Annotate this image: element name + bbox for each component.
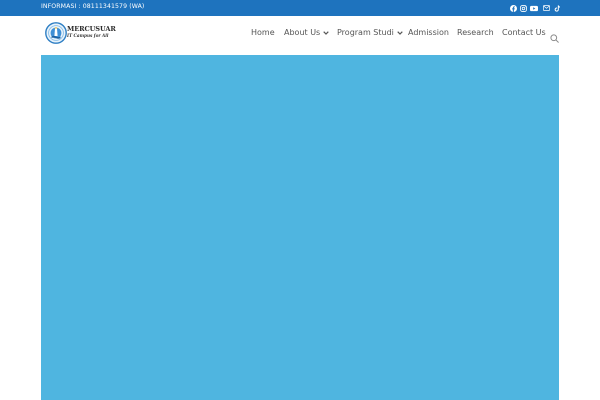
nav-about-us-label: About Us (284, 28, 321, 37)
nav-contact-us[interactable]: Contact Us (502, 28, 546, 37)
instagram-icon[interactable] (518, 3, 528, 13)
top-bar: INFORMASI : 08111341579 (WA) (0, 0, 600, 16)
hero-banner (41, 55, 559, 400)
search-button[interactable] (550, 28, 560, 43)
chevron-down-icon (323, 30, 329, 35)
youtube-icon[interactable] (529, 3, 539, 13)
search-icon (550, 34, 559, 43)
email-icon[interactable] (541, 3, 551, 13)
logo-tagline: IT Campus for All (67, 33, 109, 38)
nav-program-studi[interactable]: Program Studi (337, 28, 403, 37)
chevron-down-icon (397, 30, 403, 35)
nav-admission-label: Admission (408, 28, 449, 37)
nav-about-us[interactable]: About Us (284, 28, 329, 37)
nav-home[interactable]: Home (251, 28, 275, 37)
nav-program-studi-label: Program Studi (337, 28, 394, 37)
facebook-icon[interactable] (508, 3, 518, 13)
tiktok-icon[interactable] (552, 3, 562, 13)
logo-emblem-icon (45, 22, 67, 44)
nav-home-label: Home (251, 28, 275, 37)
nav-research[interactable]: Research (457, 28, 494, 37)
logo-name: MERCUSUAR (67, 25, 116, 33)
nav-research-label: Research (457, 28, 494, 37)
site-header: MERCUSUAR IT Campus for All Home About U… (0, 16, 600, 55)
nav-admission[interactable]: Admission (408, 28, 449, 37)
nav-contact-us-label: Contact Us (502, 28, 546, 37)
site-logo[interactable]: MERCUSUAR IT Campus for All (45, 22, 117, 44)
contact-info-text: INFORMASI : 08111341579 (WA) (41, 3, 145, 10)
